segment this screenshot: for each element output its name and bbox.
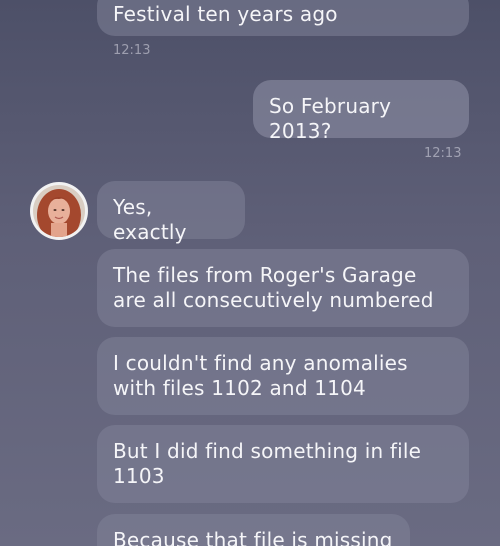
message-bubble-incoming[interactable]: Festival ten years ago xyxy=(97,0,469,36)
message-bubble-incoming[interactable]: Because that file is missing xyxy=(97,514,410,546)
message-bubble-incoming[interactable]: But I did find something in file 1103 xyxy=(97,425,469,503)
contact-photo xyxy=(33,185,85,237)
message-text: But I did find something in file 1103 xyxy=(113,439,422,488)
message-text: Festival ten years ago xyxy=(113,2,338,26)
chat-thread[interactable]: Festival ten years ago 12:13 So February… xyxy=(0,0,500,546)
message-text: So February 2013? xyxy=(269,94,392,143)
message-bubble-incoming[interactable]: I couldn't find any anomalies with files… xyxy=(97,337,469,415)
message-text: Yes, exactly xyxy=(113,195,187,244)
message-text: I couldn't find any anomalies with files… xyxy=(113,351,408,400)
message-bubble-outgoing[interactable]: So February 2013? xyxy=(253,80,469,143)
message-text: Because that file is missing xyxy=(113,528,393,546)
message-bubble-incoming[interactable]: The files from Roger's Garage are all co… xyxy=(97,249,469,327)
contact-avatar[interactable] xyxy=(30,182,88,240)
message-timestamp: 12:13 xyxy=(113,43,151,58)
message-bubble-incoming[interactable]: Yes, exactly xyxy=(97,181,245,244)
message-timestamp: 12:13 xyxy=(424,146,462,161)
message-text: The files from Roger's Garage are all co… xyxy=(113,263,434,312)
